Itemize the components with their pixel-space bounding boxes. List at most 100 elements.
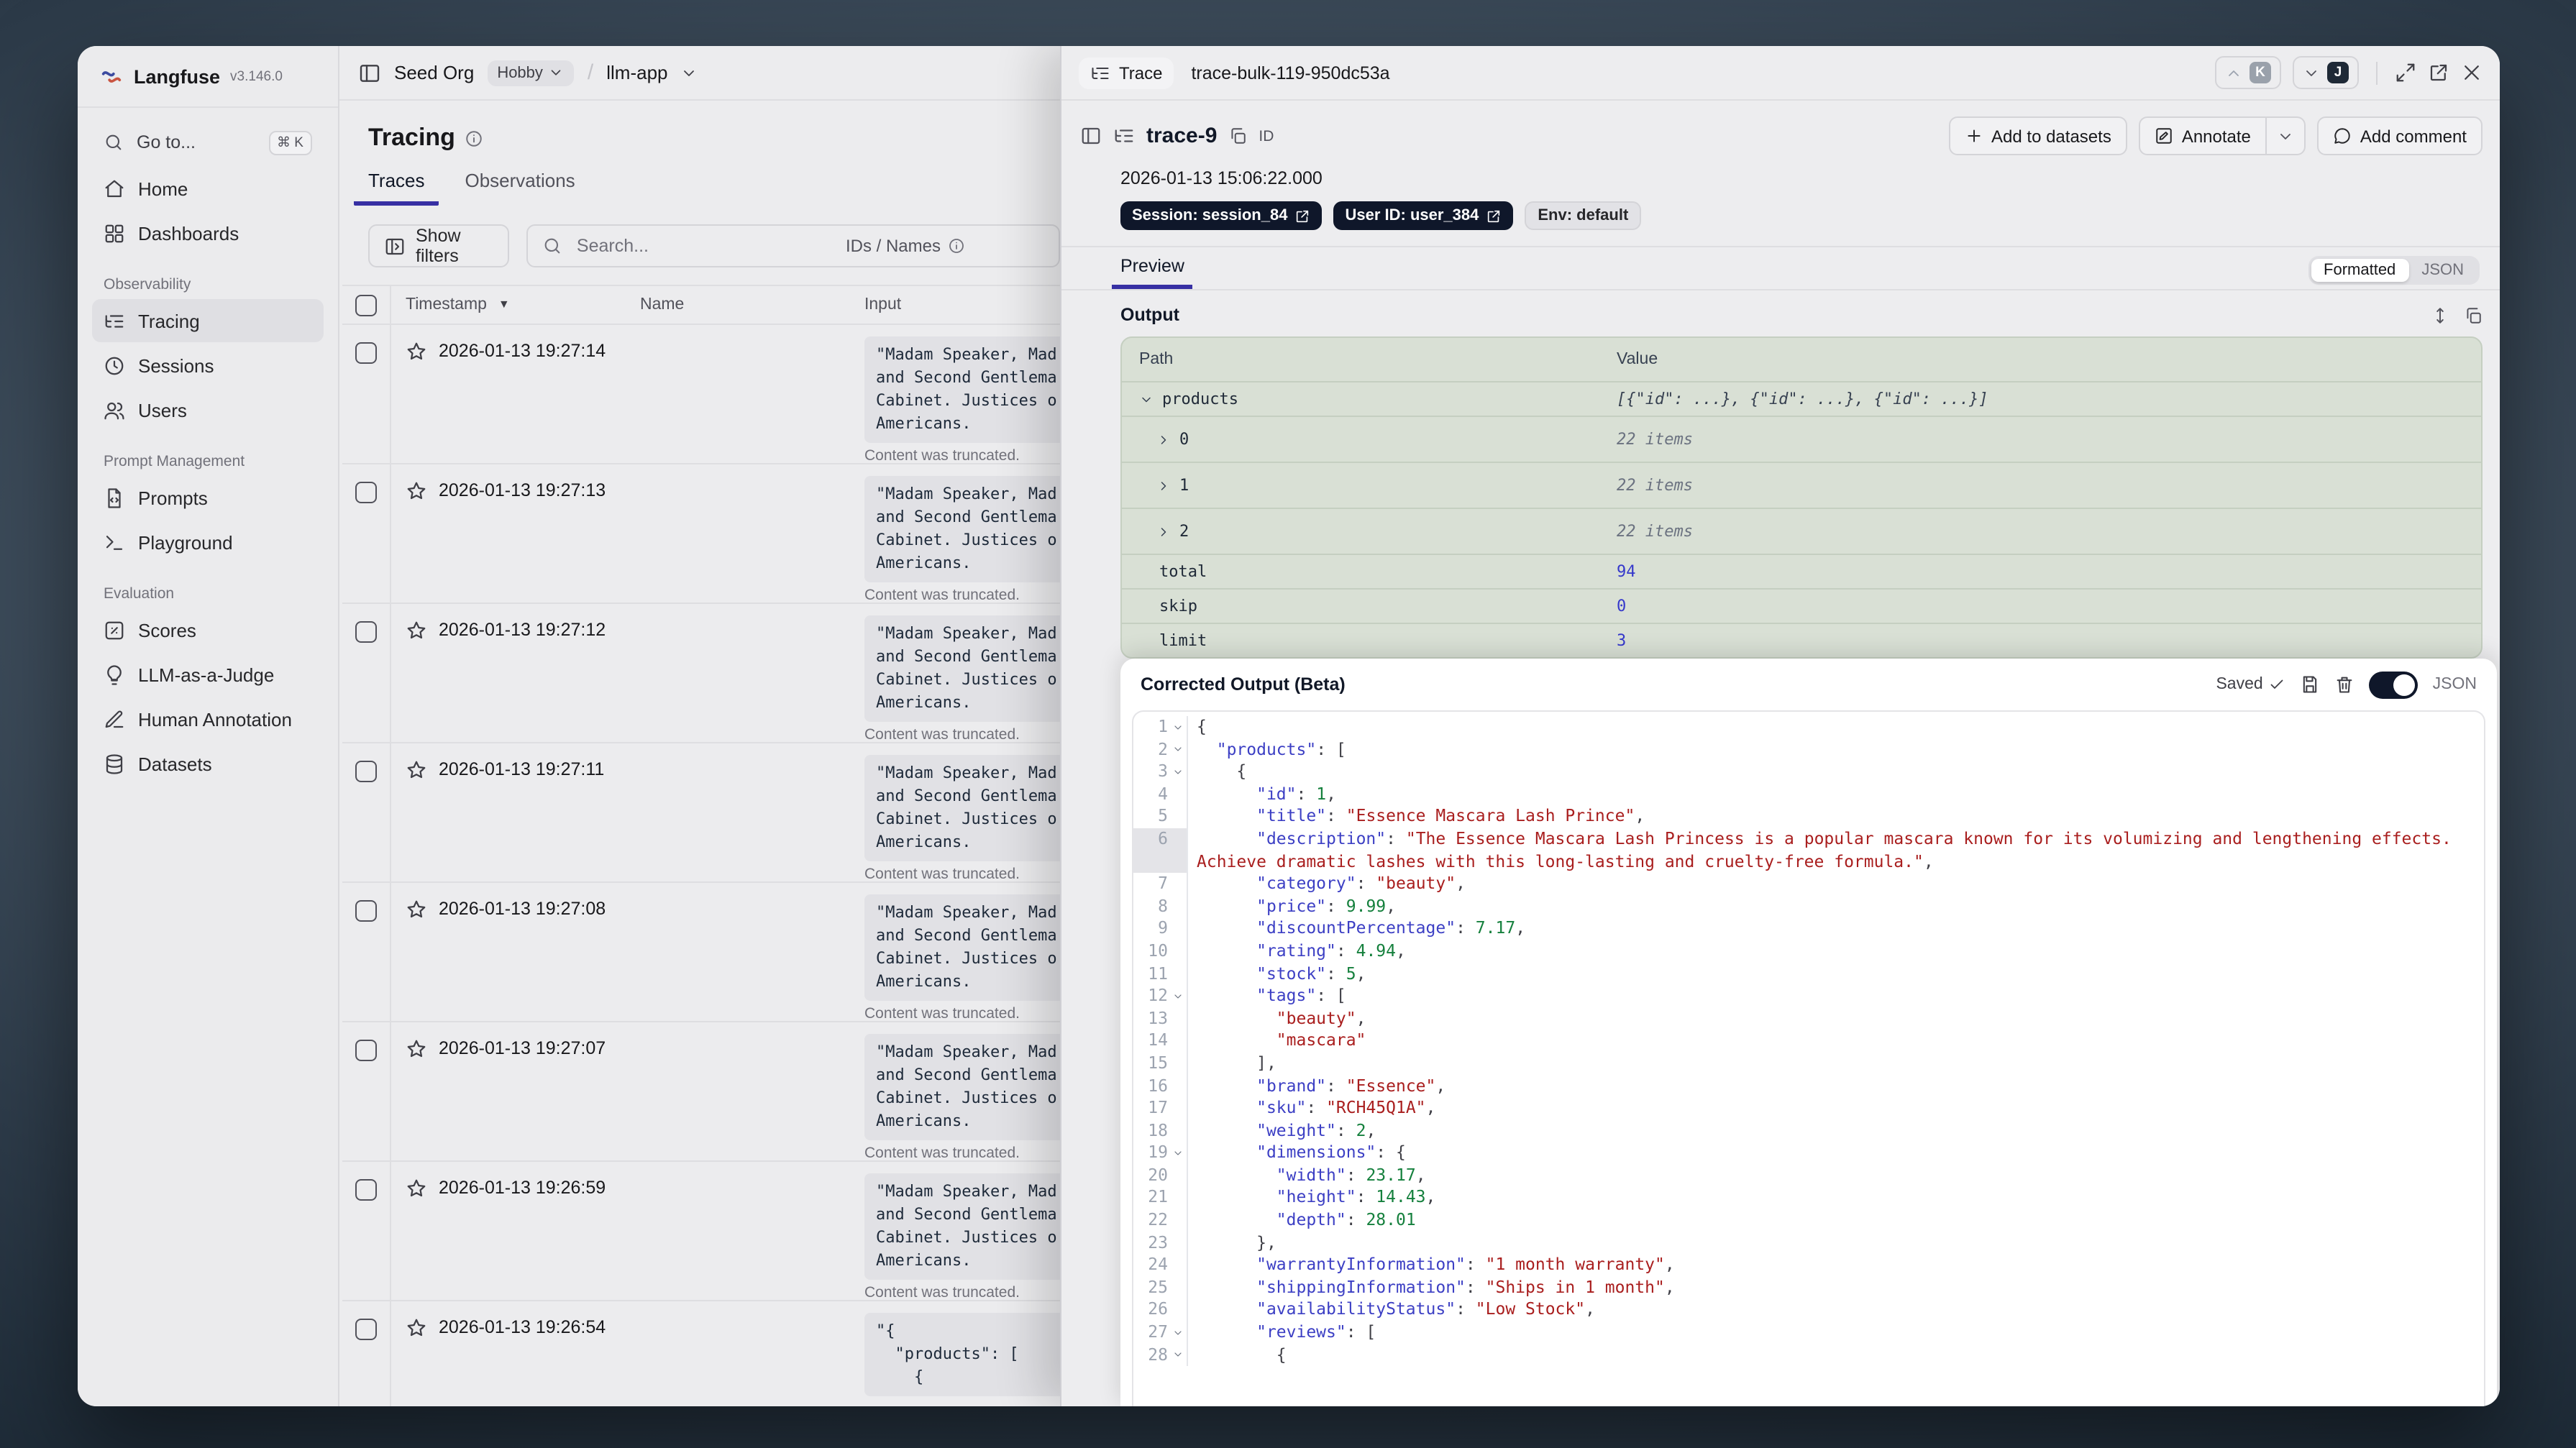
column-timestamp[interactable]: Timestamp	[406, 296, 487, 313]
close-button[interactable]	[2461, 62, 2483, 83]
sidebar-item-sessions[interactable]: Sessions	[92, 344, 324, 387]
output-row-1[interactable]: 1 22 items	[1122, 462, 2481, 508]
project-name[interactable]: llm-app	[606, 62, 667, 83]
sidebar-item-dashboards[interactable]: Dashboards	[92, 211, 324, 255]
open-external-button[interactable]	[2428, 62, 2449, 83]
nav-down-button[interactable]: J	[2293, 56, 2359, 89]
star-icon[interactable]	[406, 620, 427, 641]
output-row-0[interactable]: 0 22 items	[1122, 416, 2481, 462]
sidebar-item-scores[interactable]: Scores	[92, 608, 324, 651]
search-scope[interactable]: IDs / Names	[846, 236, 1044, 256]
copy-icon[interactable]	[1228, 127, 1247, 145]
maximize-button[interactable]	[2395, 62, 2416, 83]
table-row[interactable]: 2026-01-13 19:27:13 "Madam Speaker, Mad a…	[342, 464, 1181, 604]
star-icon[interactable]	[406, 341, 427, 362]
sidebar-item-playground[interactable]: Playground	[92, 521, 324, 564]
tab-traces[interactable]: Traces	[354, 170, 439, 206]
tab-preview[interactable]: Preview	[1112, 256, 1193, 289]
copy-icon[interactable]	[2464, 306, 2483, 324]
show-filters-button[interactable]: Show filters	[368, 224, 509, 267]
expand-vertical-icon	[2436, 307, 2444, 323]
star-icon[interactable]	[406, 1038, 427, 1060]
sidebar-item-prompts[interactable]: Prompts	[92, 476, 324, 519]
nav-up-button[interactable]: K	[2215, 56, 2281, 89]
code-line: 28 {	[1133, 1344, 2484, 1367]
row-checkbox[interactable]	[355, 1179, 377, 1201]
output-row-products[interactable]: products [{"id": ...}, {"id": ...}, {"id"…	[1122, 381, 2481, 416]
row-checkbox[interactable]	[355, 621, 377, 643]
star-icon[interactable]	[406, 480, 427, 502]
output-row-2[interactable]: 2 22 items	[1122, 508, 2481, 554]
collapse-panel-icon[interactable]	[1080, 125, 1102, 147]
search-box[interactable]: IDs / Names	[526, 224, 1060, 267]
row-checkbox[interactable]	[355, 900, 377, 922]
badge-user-id[interactable]: User ID: user_384	[1333, 201, 1514, 230]
star-icon[interactable]	[406, 1317, 427, 1339]
table-row[interactable]: 2026-01-13 19:27:14 "Madam Speaker, Mad a…	[342, 325, 1181, 464]
star-icon[interactable]	[406, 480, 427, 502]
trash-icon[interactable]	[2335, 674, 2355, 695]
fold-chevron-icon[interactable]	[1171, 744, 1183, 756]
sidebar-item-human-annotation[interactable]: Human Annotation	[92, 697, 324, 741]
panel-left-icon[interactable]	[358, 61, 381, 84]
row-checkbox[interactable]	[355, 761, 377, 782]
chevron-down-icon[interactable]	[681, 64, 698, 81]
fold-chevron-icon[interactable]	[1171, 1350, 1183, 1361]
fold-chevron-icon[interactable]	[1171, 722, 1183, 733]
star-icon[interactable]	[406, 899, 427, 920]
annotate-button[interactable]: Annotate	[2138, 116, 2267, 155]
column-name[interactable]: Name	[637, 296, 850, 313]
plan-badge[interactable]: Hobby	[487, 60, 575, 86]
format-formatted[interactable]: Formatted	[2311, 259, 2409, 282]
tab-observations[interactable]: Observations	[451, 170, 590, 206]
search-input[interactable]	[573, 234, 795, 257]
sidebar-item-users[interactable]: Users	[92, 388, 324, 431]
percent-icon	[105, 620, 124, 639]
fold-chevron-icon[interactable]	[1171, 1327, 1183, 1339]
sidebar-item-llm-as-a-judge[interactable]: LLM-as-a-Judge	[92, 653, 324, 696]
row-checkbox[interactable]	[355, 1040, 377, 1061]
row-checkbox[interactable]	[355, 482, 377, 503]
star-icon[interactable]	[406, 1178, 427, 1199]
badge-session[interactable]: Session: session_84	[1120, 201, 1323, 230]
org-name[interactable]: Seed Org	[394, 62, 474, 83]
fold-chevron-icon[interactable]	[1171, 991, 1183, 1002]
table-row[interactable]: 2026-01-13 19:26:54 "{ "products": [ {	[342, 1301, 1181, 1406]
fold-chevron-icon[interactable]	[1171, 1147, 1183, 1159]
json-toggle[interactable]	[2369, 671, 2419, 698]
star-icon[interactable]	[406, 1038, 427, 1060]
table-row[interactable]: 2026-01-13 19:27:11 "Madam Speaker, Mad a…	[342, 743, 1181, 883]
info-icon[interactable]	[465, 129, 484, 147]
star-icon[interactable]	[406, 759, 427, 781]
expand-vertical-icon[interactable]	[2431, 306, 2449, 324]
star-icon[interactable]	[406, 759, 427, 781]
goto-search[interactable]: Go to... ⌘ K	[92, 119, 324, 165]
star-icon[interactable]	[406, 620, 427, 641]
table-row[interactable]: 2026-01-13 19:27:08 "Madam Speaker, Mad a…	[342, 883, 1181, 1022]
home-icon	[105, 179, 124, 197]
table-row[interactable]: 2026-01-13 19:27:12 "Madam Speaker, Mad a…	[342, 604, 1181, 743]
list-tree-icon	[1113, 125, 1135, 147]
star-icon[interactable]	[406, 1317, 427, 1339]
sidebar-item-home[interactable]: Home	[92, 167, 324, 210]
annotate-menu-button[interactable]	[2266, 116, 2306, 155]
sidebar-item-tracing[interactable]: Tracing	[92, 299, 324, 342]
table-row[interactable]: 2026-01-13 19:26:59 "Madam Speaker, Mad a…	[342, 1162, 1181, 1301]
fold-chevron-icon[interactable]	[1171, 766, 1183, 778]
star-icon[interactable]	[406, 899, 427, 920]
output-table: Path Value products [{"id": ...}, {"id": …	[1120, 336, 2483, 659]
sidebar-item-datasets[interactable]: Datasets	[92, 742, 324, 785]
output-col-value: Value	[1617, 351, 1658, 368]
add-comment-button[interactable]: Add comment	[2316, 116, 2483, 155]
chevron-up-icon	[2229, 70, 2239, 75]
json-code-editor[interactable]: 1{2 "products": [3 {4 "id": 1, 5 "title":…	[1132, 710, 2485, 1406]
select-all-checkbox[interactable]	[355, 294, 377, 316]
table-row[interactable]: 2026-01-13 19:27:07 "Madam Speaker, Mad a…	[342, 1022, 1181, 1162]
add-to-datasets-button[interactable]: Add to datasets	[1948, 116, 2127, 155]
star-icon[interactable]	[406, 341, 427, 362]
star-icon[interactable]	[406, 1178, 427, 1199]
save-icon[interactable]	[2301, 674, 2321, 695]
row-checkbox[interactable]	[355, 342, 377, 364]
format-json[interactable]: JSON	[2408, 259, 2477, 282]
row-checkbox[interactable]	[355, 1319, 377, 1340]
